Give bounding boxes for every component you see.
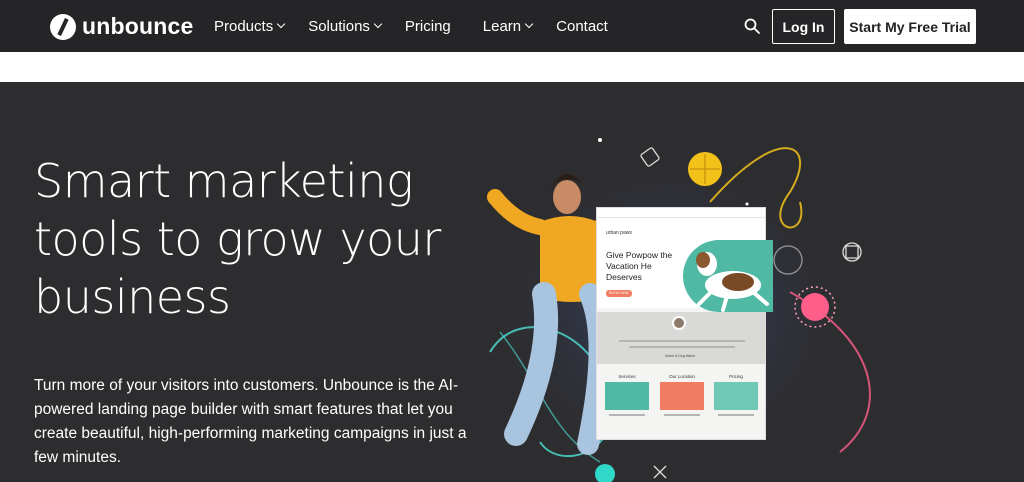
hero-headline: Smart marketing tools to grow your busin… [34,154,441,324]
preview-dog-image [683,240,773,312]
login-button[interactable]: Log In [772,9,835,44]
preview-col-image [605,382,649,410]
chevron-down-icon [524,19,534,29]
hero-section: Smart marketing tools to grow your busin… [0,82,1024,482]
nav-contact-label: Contact [556,17,608,35]
preview-mid-caption: Some & Dog Name [665,354,696,358]
nav-learn[interactable]: Learn [482,17,534,35]
unbounce-logo-icon [50,13,76,40]
preview-text-line [619,340,745,342]
search-icon[interactable] [744,18,760,34]
main-menu: Products Solutions Pricing Learn Contact [214,0,632,52]
nav-solutions-label: Solutions [308,17,370,35]
nav-pricing-label: Pricing [404,17,451,35]
preview-browser-bar [597,208,765,218]
chevron-down-icon [276,19,286,29]
preview-col-label: Services [618,374,636,379]
preview-title: Give Powpow the Vacation He Deserves [606,250,673,282]
preview-text-line [718,414,754,416]
top-nav: unbounce Products Solutions Pricing Lear… [0,0,1024,52]
landing-page-preview: urban paws Give Powpow the Vacation He D… [596,207,773,440]
hero-subtext: Turn more of your visitors into customer… [34,377,467,466]
brand-name: unbounce [82,13,194,39]
preview-book-button: BOOK NOW [606,290,632,297]
preview-text-line [609,414,645,416]
brand-logo[interactable]: unbounce [50,13,193,40]
preview-text-line [664,414,700,416]
preview-hero: urban paws Give Powpow the Vacation He D… [597,218,773,312]
preview-col-label: Pricing [729,374,743,379]
nav-products-label: Products [214,17,274,35]
preview-col-services: Services [605,374,649,416]
beagle-image [696,252,769,312]
nav-contact[interactable]: Contact [556,18,608,35]
preview-logo: urban paws [606,230,632,236]
preview-col-pricing: Pricing [714,374,758,416]
preview-col-location: Our Location [660,374,704,416]
nav-solutions[interactable]: Solutions [308,17,383,35]
preview-col-image [660,382,704,410]
chevron-down-icon [373,19,383,29]
preview-avatar [672,316,686,330]
nav-products[interactable]: Products [214,17,286,35]
preview-col-label: Our Location [669,374,695,379]
free-trial-button[interactable]: Start My Free Trial [844,9,976,44]
preview-mid-section: Some & Dog Name [597,312,765,364]
nav-learn-label: Learn [482,17,522,35]
nav-pricing[interactable]: Pricing [405,18,451,35]
preview-text-line [629,346,735,348]
announcement-strip [0,52,1024,82]
preview-col-image [714,382,758,410]
